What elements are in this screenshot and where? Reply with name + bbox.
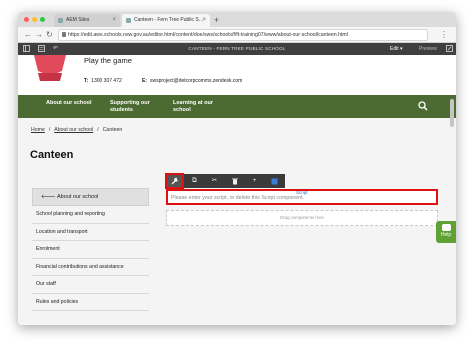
sidenav-item[interactable]: Financial contributions and assistance bbox=[32, 259, 149, 276]
browser-window: AEM Sites × Canteen - Fern Tree Public S… bbox=[18, 12, 456, 325]
nav-item-learning[interactable]: Learning at our school bbox=[173, 100, 231, 113]
breadcrumb: Home / About our school / Canteen bbox=[31, 127, 122, 133]
school-favicon-icon bbox=[126, 18, 131, 23]
breadcrumb-home[interactable]: Home bbox=[31, 127, 45, 133]
tab-aem-sites[interactable]: AEM Sites × bbox=[54, 14, 120, 27]
page-content: Play the game T: 1300 307 472 E: swsprojec… bbox=[18, 55, 456, 325]
delete-icon[interactable] bbox=[225, 174, 244, 188]
wrench-highlight bbox=[165, 173, 184, 189]
breadcrumb-separator: / bbox=[97, 127, 99, 133]
sidenav-item[interactable]: Rules and policies bbox=[32, 294, 149, 311]
copy-icon[interactable]: ⧉ bbox=[185, 174, 204, 188]
window-minimize-button[interactable] bbox=[32, 17, 37, 22]
sidenav-item[interactable]: Location and transport bbox=[32, 224, 149, 241]
scrollbar[interactable] bbox=[450, 99, 454, 127]
sidenav-item[interactable]: School planning and reporting bbox=[32, 206, 149, 224]
drop-zone[interactable]: Drag components here bbox=[166, 210, 438, 226]
help-button[interactable]: Help bbox=[436, 221, 456, 243]
tab-label: AEM Sites bbox=[66, 17, 90, 23]
phone-label: T: bbox=[84, 78, 89, 84]
cut-icon[interactable]: ✂ bbox=[205, 174, 224, 188]
tab-close-icon[interactable]: × bbox=[112, 14, 116, 27]
nav-item-about[interactable]: About our school bbox=[46, 100, 106, 107]
url-text: https://edit.aws.schools.nsw.gov.au/edit… bbox=[68, 32, 348, 38]
phone-contact: T: 1300 307 472 bbox=[84, 78, 122, 84]
reload-icon[interactable]: ↻ bbox=[46, 29, 53, 41]
group-icon[interactable] bbox=[265, 174, 284, 188]
aem-editor-bar: ↶ CANTEEN - FERN TREE PUBLIC SCHOOL Edit… bbox=[18, 43, 456, 55]
phone-number[interactable]: 1300 307 472 bbox=[91, 78, 122, 84]
sidenav-back-button[interactable]: 🡐 About our school bbox=[32, 188, 149, 206]
tab-strip: AEM Sites × Canteen - Fern Tree Public S… bbox=[18, 12, 456, 27]
sidenav-item[interactable]: Our staff bbox=[32, 276, 149, 294]
mode-dropdown[interactable]: Edit ▾ bbox=[390, 45, 403, 53]
email-contact: E: swsproject@detcorpcomms.zendesk.com bbox=[142, 78, 242, 84]
new-tab-button[interactable]: + bbox=[214, 14, 219, 26]
search-icon[interactable] bbox=[418, 101, 428, 111]
lock-icon bbox=[62, 32, 66, 37]
window-close-button[interactable] bbox=[24, 17, 29, 22]
breadcrumb-current: Canteen bbox=[102, 127, 123, 133]
insert-icon[interactable]: + bbox=[245, 174, 264, 188]
url-field[interactable]: https://edit.aws.schools.nsw.gov.au/edit… bbox=[58, 29, 428, 41]
script-placeholder-text: Please enter your script, or delete this… bbox=[171, 195, 305, 201]
breadcrumb-about[interactable]: About our school bbox=[54, 127, 93, 133]
school-logo-icon bbox=[34, 55, 66, 81]
side-navigation: 🡐 About our school School planning and r… bbox=[32, 188, 149, 311]
tab-close-icon[interactable]: × bbox=[202, 14, 206, 27]
breadcrumb-separator: / bbox=[48, 127, 51, 133]
back-arrow-icon[interactable]: ← bbox=[24, 29, 32, 41]
browser-menu-icon[interactable]: ⋮ bbox=[440, 29, 448, 41]
sidenav-back-label: About our school bbox=[56, 194, 99, 200]
help-label: Help bbox=[440, 232, 452, 238]
nav-item-supporting[interactable]: Supporting our students bbox=[110, 100, 168, 113]
page-title: Canteen bbox=[30, 149, 74, 161]
forward-arrow-icon[interactable]: → bbox=[35, 29, 43, 41]
tab-canteen[interactable]: Canteen - Fern Tree Public S… × bbox=[122, 14, 210, 27]
school-tagline: Play the game bbox=[84, 56, 132, 65]
tab-label: Canteen - Fern Tree Public S… bbox=[134, 17, 204, 23]
aem-favicon-icon bbox=[58, 18, 63, 23]
address-bar-row: ← → ↻ https://edit.aws.schools.nsw.gov.a… bbox=[18, 27, 456, 43]
email-address[interactable]: swsproject@detcorpcomms.zendesk.com bbox=[150, 78, 242, 84]
main-nav: About our school Supporting our students… bbox=[18, 95, 456, 118]
arrow-left-icon: 🡐 bbox=[41, 194, 57, 200]
window-zoom-button[interactable] bbox=[40, 17, 45, 22]
script-component[interactable]: Script Please enter your script, or dele… bbox=[166, 189, 438, 205]
share-icon[interactable] bbox=[446, 45, 453, 55]
chat-icon bbox=[441, 224, 451, 231]
preview-button[interactable]: Preview bbox=[419, 45, 437, 53]
sidenav-item[interactable]: Enrolment bbox=[32, 241, 149, 259]
email-label: E: bbox=[142, 78, 147, 84]
